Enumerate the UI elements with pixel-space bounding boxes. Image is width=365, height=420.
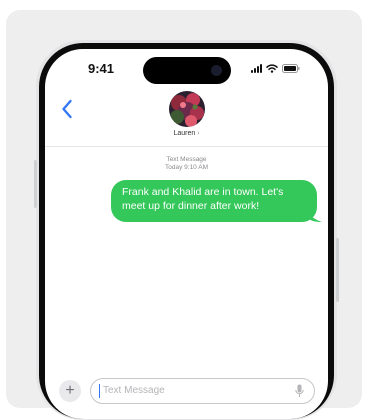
status-icons: [251, 63, 300, 73]
text-caret: [99, 384, 100, 398]
header-divider: [45, 146, 328, 147]
microphone-icon[interactable]: [295, 384, 304, 398]
message-text: Frank and Khalid are in town. Let's meet…: [122, 186, 284, 212]
chevron-right-icon: ›: [197, 130, 200, 137]
message-input[interactable]: Text Message: [90, 378, 315, 404]
add-attachment-button[interactable]: +: [59, 380, 81, 402]
timestamp: Today 9:10 AM: [165, 164, 208, 171]
status-time: 9:41: [88, 61, 115, 76]
message-input-placeholder: Text Message: [103, 385, 165, 396]
dynamic-island: [143, 57, 231, 84]
front-camera: [211, 65, 222, 76]
message-bubble[interactable]: Frank and Khalid are in town. Let's meet…: [111, 180, 317, 222]
plus-icon: +: [65, 382, 75, 399]
service-label: Text Message: [166, 156, 207, 163]
bubble-tail: [307, 209, 322, 222]
battery-icon: [282, 63, 300, 73]
chevron-left-icon[interactable]: [61, 99, 73, 119]
cellular-signal-icon: [251, 63, 262, 73]
contact-name[interactable]: Lauren ›: [45, 130, 328, 137]
avatar[interactable]: [169, 91, 205, 127]
side-button-left: [34, 160, 37, 208]
phone-screen: 9:41 Lauren › Text Message Today 9:10 AM…: [45, 49, 328, 419]
side-button-right: [336, 238, 339, 302]
contact-name-label: Lauren: [173, 130, 196, 137]
wifi-icon: [266, 63, 278, 73]
